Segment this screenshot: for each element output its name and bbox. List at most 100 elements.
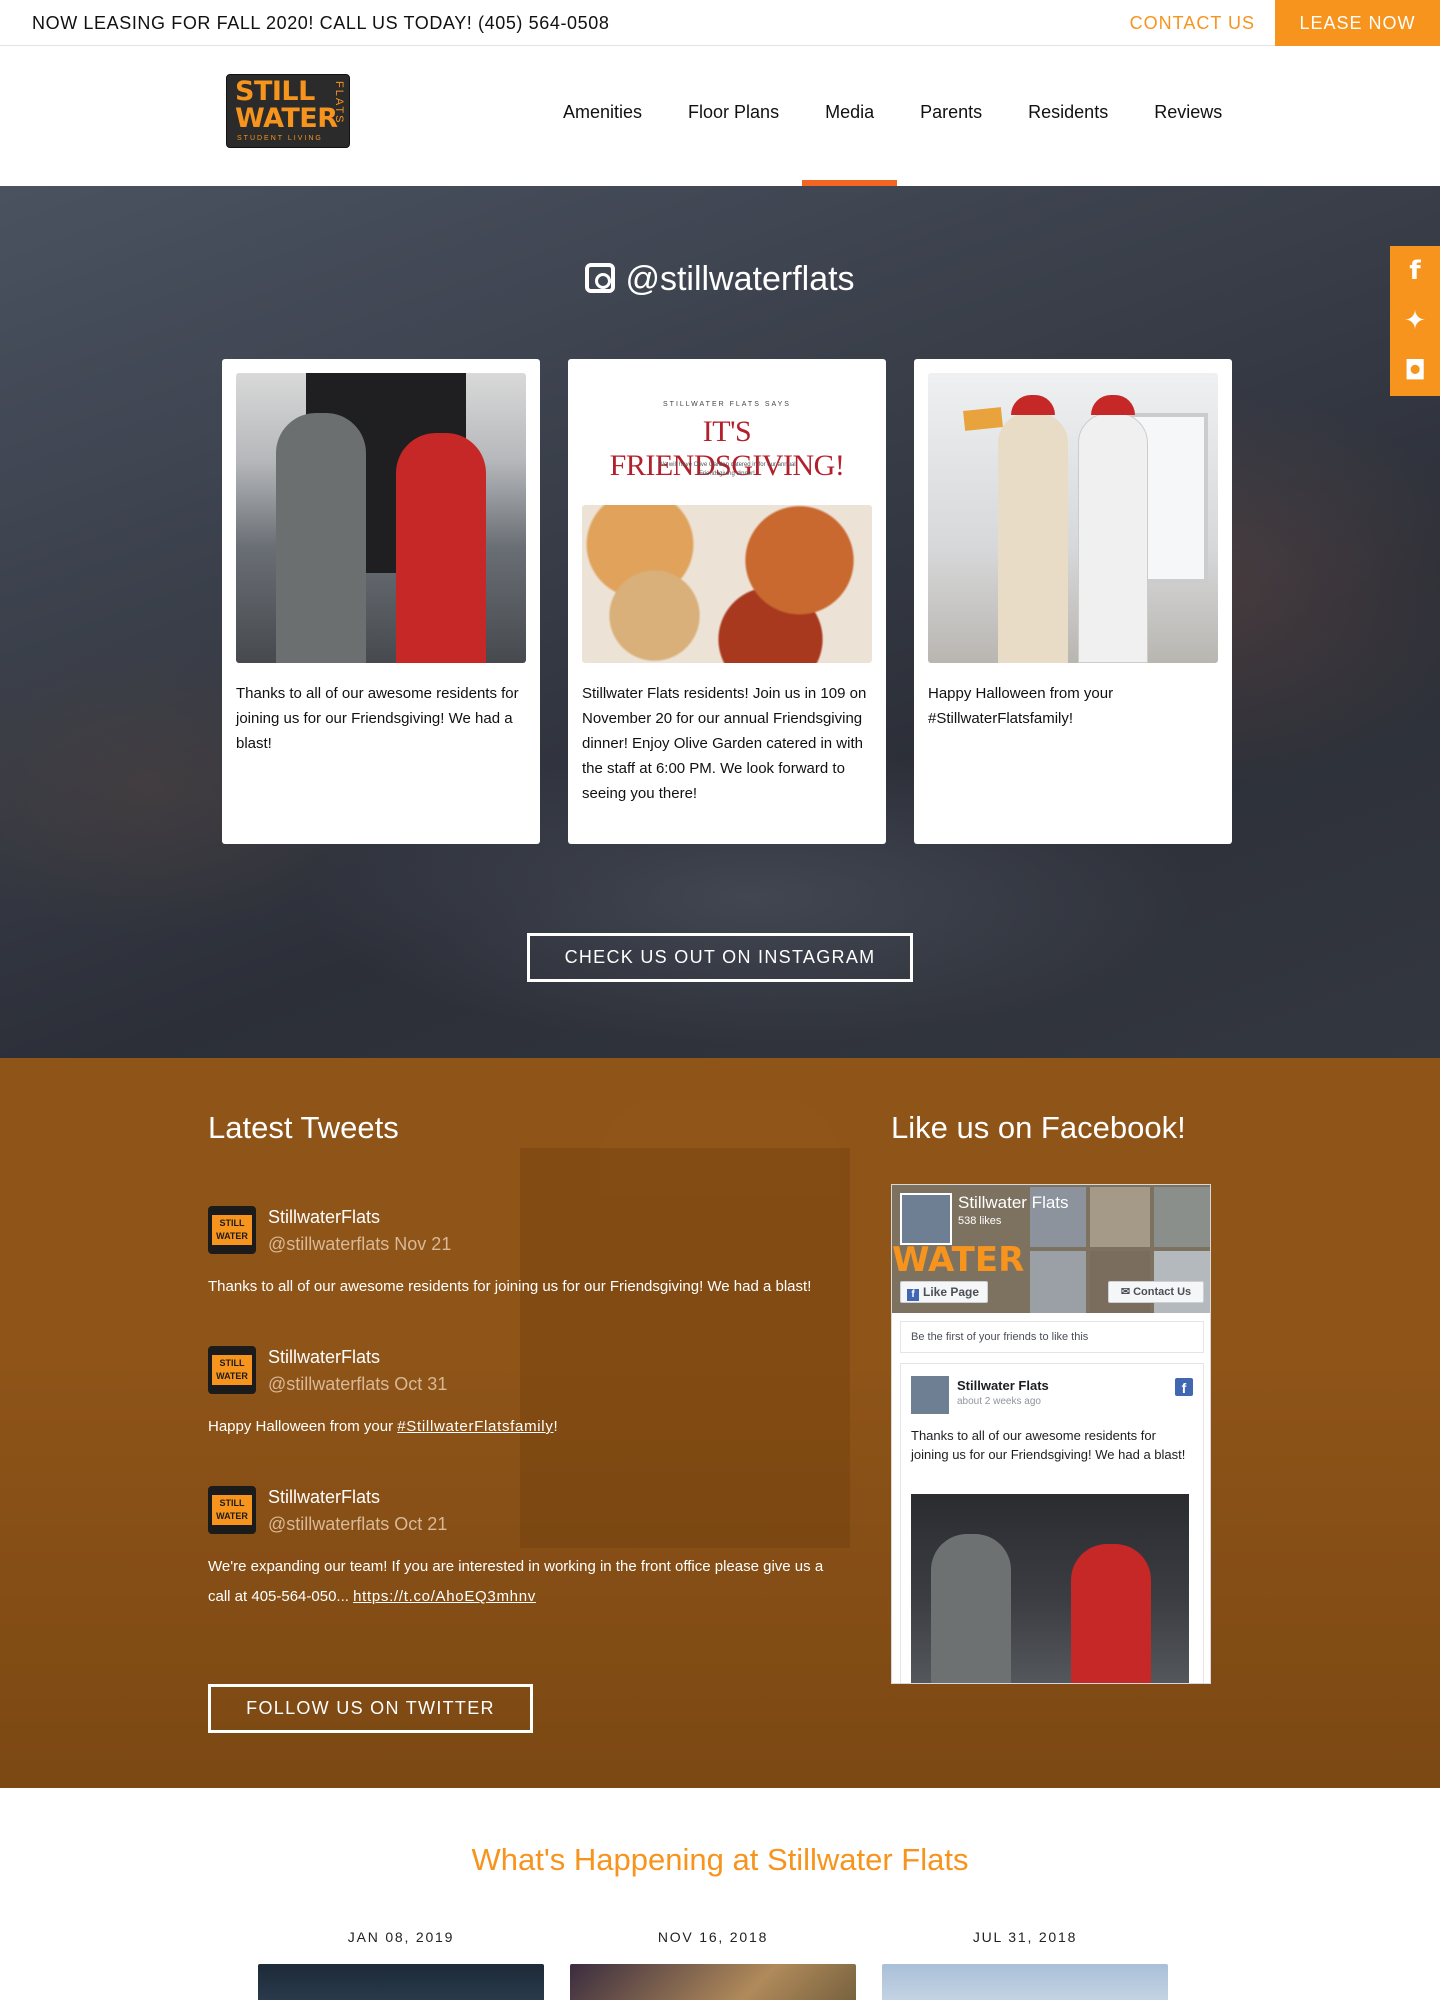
photo-person [1078,413,1148,663]
facebook-icon[interactable]: f [1390,246,1440,296]
facebook-post-time[interactable]: about 2 weeks ago [957,1396,1041,1407]
like-page-label: Like Page [923,1285,980,1299]
news-date: NOV 16, 2018 [657,1929,769,1945]
site-header: STILL WATER STUDENT LIVING FLATS Ameniti… [0,46,1440,186]
photo-person [396,433,486,663]
instagram-post-card[interactable]: Happy Halloween from your #StillwaterFla… [914,359,1232,844]
facebook-post-avatar[interactable] [911,1376,949,1414]
facebook-cover-photo[interactable]: WATER Stillwater Flats 538 likes f Like P… [892,1185,1210,1313]
instagram-post-caption: Stillwater Flats residents! Join us in 1… [582,685,867,802]
logo-side-text: FLATS [333,81,345,125]
graphic-small-text: We will have Olive Garden catered in for… [658,462,796,477]
instagram-section: @stillwaterflats Thanks to all of our aw… [0,186,1440,1058]
facebook-friends-text: Be the first of your friends to like thi… [900,1321,1204,1353]
news-thumbnail[interactable] [258,1964,544,2000]
instagram-icon[interactable]: ◘ [1390,346,1440,396]
instagram-button[interactable]: CHECK US OUT ON INSTAGRAM [527,933,913,982]
instagram-post-card[interactable]: STILLWATER FLATS SAYS IT'S FRIENDSGIVING… [568,359,886,844]
instagram-heading: @stillwaterflats [0,260,1440,299]
facebook-like-count: 538 likes [958,1215,1002,1227]
cover-photo-tile [1154,1187,1210,1247]
twitter-follow-button[interactable]: FOLLOW US ON TWITTER [208,1684,533,1733]
instagram-post-card[interactable]: Thanks to all of our awesome residents f… [222,359,540,844]
tweet-avatar[interactable]: STILL WATER [208,1206,256,1254]
tweet-avatar-logo: STILL WATER [212,1355,252,1385]
tweet-text-part: Happy Halloween from your [208,1418,398,1435]
news-heading: What's Happening at Stillwater Flats [471,1842,969,1877]
tweet-avatar[interactable]: STILL WATER [208,1486,256,1534]
tweet-text-part: ! [553,1418,558,1435]
tweet-url-link[interactable]: https://t.co/AhoEQ3mhnv [353,1588,536,1605]
cover-photo-tile [1090,1187,1150,1247]
social-sidebar: f ✦ ◘ [1390,246,1440,396]
announcement-text: NOW LEASING FOR FALL 2020! CALL US TODAY… [32,13,610,33]
photo-person [1071,1544,1151,1683]
photo-person [931,1534,1011,1683]
news-section: What's Happening at Stillwater Flats JAN… [0,1788,1440,2000]
instagram-post-photo [236,373,526,663]
hashtag-link[interactable]: #StillwaterFlatsfamily [397,1418,553,1435]
tweet-handle-date[interactable]: @stillwaterflats Oct 31 [268,1374,447,1395]
facebook-contact-button[interactable]: ✉ Contact Us [1108,1281,1204,1303]
facebook-like-page-button[interactable]: f Like Page [900,1281,988,1303]
facebook-page-name[interactable]: Stillwater Flats [958,1193,1069,1213]
tweet-text: Thanks to all of our awesome residents f… [208,1278,812,1295]
photo-person [998,413,1068,663]
latest-tweets-heading: Latest Tweets [208,1110,399,1145]
top-bar: NOW LEASING FOR FALL 2020! CALL US TODAY… [0,0,1440,46]
mail-icon: ✉ [1120,1286,1134,1298]
news-date: JAN 08, 2019 [347,1929,455,1945]
tweet-author-name[interactable]: StillwaterFlats [268,1347,380,1368]
photo-bandana [1091,395,1135,415]
facebook-post-image[interactable] [911,1494,1189,1683]
nav-item-parents[interactable]: Parents [897,46,1005,186]
photo-bandana [1011,395,1055,415]
tweet-text: We're expanding our team! If you are int… [208,1552,848,1612]
instagram-post-photo [928,373,1218,663]
logo-tagline: STUDENT LIVING [237,135,323,142]
contact-label: Contact Us [1133,1286,1192,1298]
facebook-page-widget: WATER Stillwater Flats 538 likes f Like P… [891,1184,1211,1684]
instagram-post-caption: Happy Halloween from your #StillwaterFla… [928,685,1114,727]
news-date: JUL 31, 2018 [972,1929,1078,1945]
site-logo[interactable]: STILL WATER STUDENT LIVING FLATS [226,74,350,148]
nav-item-amenities[interactable]: Amenities [540,46,665,186]
facebook-icon: f [907,1289,919,1301]
tweet-author-name[interactable]: StillwaterFlats [268,1207,380,1228]
instagram-handle: @stillwaterflats [625,260,855,298]
photo-food-platters [582,505,872,663]
news-thumbnail[interactable] [882,1964,1168,2000]
social-feed-section: Latest Tweets STILL WATER StillwaterFlat… [0,1058,1440,1788]
nav-item-media[interactable]: Media [802,46,898,186]
tweet-avatar-logo: STILL WATER [212,1215,252,1245]
photo-person [276,413,366,663]
cover-photo-tile [1030,1251,1086,1313]
nav-item-floor-plans[interactable]: Floor Plans [665,46,802,186]
facebook-post: Stillwater Flats about 2 weeks ago f Tha… [900,1363,1204,1683]
twitter-icon[interactable]: ✦ [1390,296,1440,346]
tweet-handle-date[interactable]: @stillwaterflats Oct 21 [268,1514,447,1535]
tweet-avatar-logo: STILL WATER [212,1495,252,1525]
facebook-icon: f [1175,1378,1193,1396]
nav-item-residents[interactable]: Residents [1005,46,1131,186]
instagram-post-photo: STILLWATER FLATS SAYS IT'S FRIENDSGIVING… [582,373,872,663]
tweet-handle-date[interactable]: @stillwaterflats Nov 21 [268,1234,451,1255]
instagram-icon [585,263,616,293]
cover-logo-text: WATER [892,1240,1025,1280]
logo-line-2: WATER [235,103,338,134]
lease-now-button[interactable]: LEASE NOW [1275,0,1440,46]
tweet-author-name[interactable]: StillwaterFlats [268,1487,380,1508]
tweet-text: Happy Halloween from your #StillwaterFla… [208,1412,848,1442]
main-nav: Amenities Floor Plans Media Parents Resi… [540,46,1245,186]
contact-us-link[interactable]: CONTACT US [1130,0,1255,46]
facebook-page-avatar[interactable] [900,1193,952,1245]
photo-sign [963,407,1003,431]
facebook-post-author[interactable]: Stillwater Flats [957,1378,1049,1393]
tweet-avatar[interactable]: STILL WATER [208,1346,256,1394]
news-thumbnail[interactable] [570,1964,856,2000]
facebook-post-text: Thanks to all of our awesome residents f… [911,1428,1186,1462]
facebook-heading: Like us on Facebook! [891,1110,1186,1145]
instagram-post-caption: Thanks to all of our awesome residents f… [236,685,519,752]
graphic-kicker: STILLWATER FLATS SAYS [663,401,791,408]
nav-item-reviews[interactable]: Reviews [1131,46,1245,186]
